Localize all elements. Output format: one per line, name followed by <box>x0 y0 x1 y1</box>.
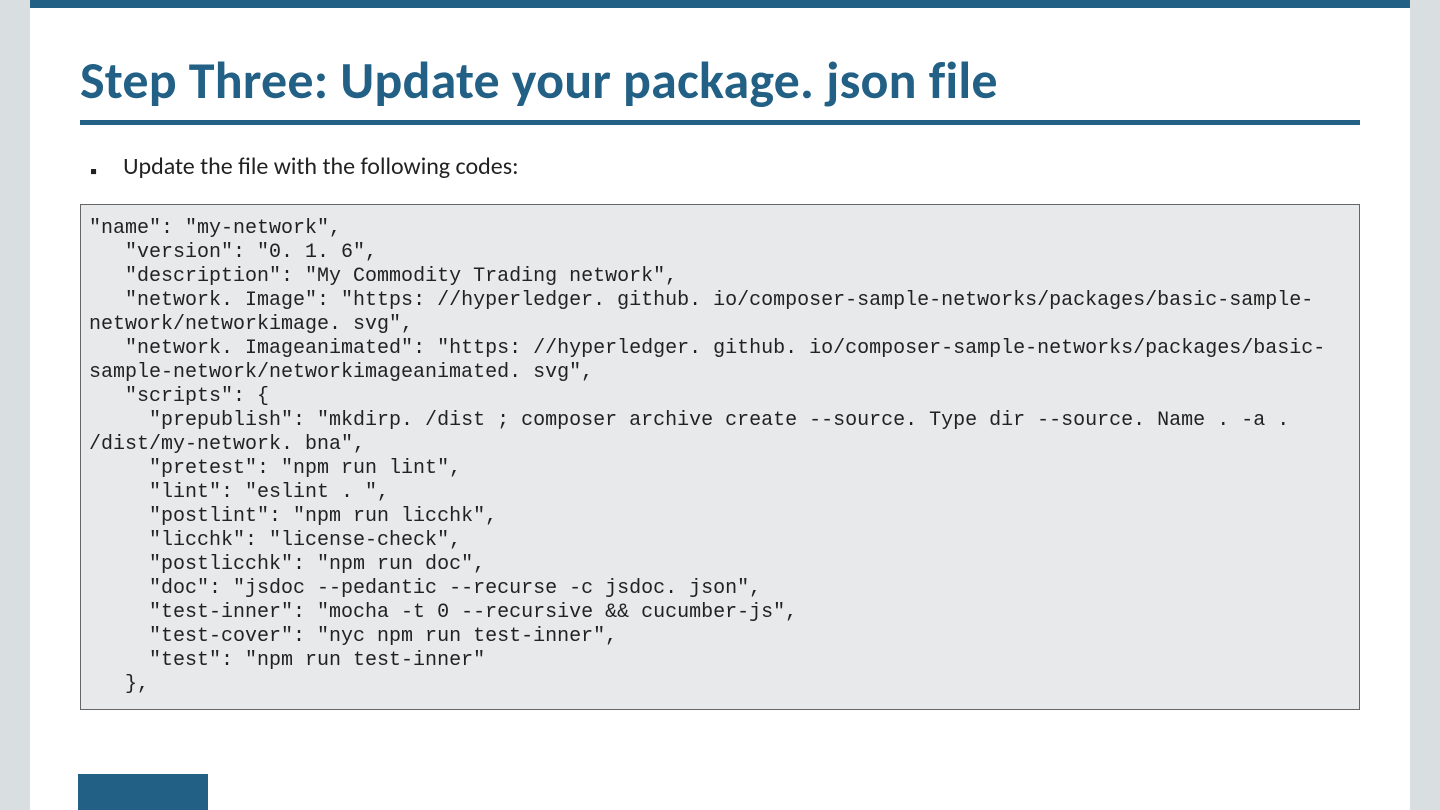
slide-title: Step Three: Update your package. json fi… <box>80 48 1360 112</box>
footer-accent-block <box>78 774 208 810</box>
slide-content: Step Three: Update your package. json fi… <box>80 48 1360 710</box>
bullet-icon: ▪ <box>90 162 97 182</box>
title-underline <box>80 120 1360 125</box>
bullet-text: Update the file with the following codes… <box>123 151 518 182</box>
code-box: "name": "my-network", "version": "0. 1. … <box>80 204 1360 710</box>
bullet-row: ▪ Update the file with the following cod… <box>90 151 1360 182</box>
top-accent-bar <box>30 0 1410 8</box>
slide-frame: Step Three: Update your package. json fi… <box>30 0 1410 810</box>
